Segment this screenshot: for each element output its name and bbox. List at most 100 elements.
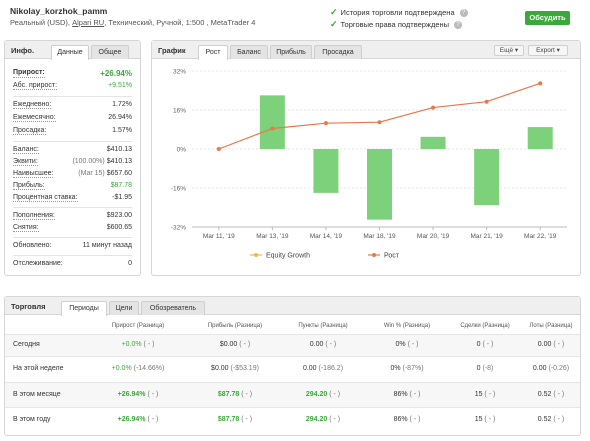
rights-verified-label: Торговые права подтверждены (340, 20, 450, 29)
tab-periods[interactable]: Периоды (61, 301, 107, 316)
equity-row: Эквити: (100.00%) $410.13 (13, 158, 132, 166)
interest-label: Процентная ставка: (13, 194, 78, 202)
highest-label: Наивысшее: (13, 170, 54, 178)
column-header: Win % (Разница) (383, 323, 431, 329)
x-tick-label: Mar 20, '19 (417, 233, 450, 240)
period-cell: 0.52 ( - ) (506, 416, 590, 423)
cell-diff: (-186.2) (316, 365, 344, 372)
highest-note: (Mar 15) (78, 170, 105, 177)
updated-label: Обновлено: (13, 242, 52, 249)
check-icon: ✓ (330, 19, 338, 29)
period-cell: 0.00 (-186.2) (278, 365, 368, 372)
cell-value: 86% (393, 415, 408, 423)
growth-point (216, 147, 221, 151)
row-divider (5, 407, 580, 408)
cell-diff: ( - ) (407, 415, 421, 423)
cell-value: 0.00 (532, 365, 547, 372)
drawdown-row: Просадка: 1.57% (13, 127, 132, 135)
cell-value: 0.52 (537, 415, 552, 423)
cell-value: +26.94% (117, 390, 146, 398)
divider (13, 141, 132, 142)
abs-gain-value: +9.51% (108, 82, 132, 89)
cell-value: +0.0% (111, 365, 132, 372)
cell-value: 0.00 (537, 341, 552, 348)
column-header: Пункты (Разница) (298, 323, 348, 329)
cell-diff: ( - ) (405, 341, 419, 348)
growth-bar (259, 95, 285, 149)
tab-browser[interactable]: Обозреватель (141, 301, 205, 315)
period-label: Сегодня (13, 341, 40, 348)
rights-verified: ✓ Торговые права подтверждены ? (330, 19, 463, 30)
abs-gain-row: Абс. прирост: +9.51% (13, 82, 132, 90)
divider (13, 237, 132, 238)
info-panel: Инфо. Данные Общее Прирост: +26.94% Абс.… (4, 40, 141, 276)
cell-diff: ( - ) (482, 415, 496, 423)
cell-value: $87.78 (217, 415, 240, 423)
cell-value: 294.20 (305, 390, 328, 398)
cell-diff: ( - ) (327, 390, 341, 398)
growth-bar (474, 149, 500, 206)
deposits-value: $923.00 (106, 212, 132, 219)
period-cell: 0% ( - ) (362, 341, 452, 348)
cell-value: 0% (395, 341, 406, 348)
divider (13, 255, 132, 256)
period-cell: +26.94% ( - ) (93, 416, 183, 423)
gain-label: Прирост: (13, 69, 45, 78)
highest-value: $657.60 (106, 170, 132, 177)
check-icon: ✓ (330, 7, 338, 17)
profit-row: Прибыль: $87.78 (13, 182, 132, 190)
cell-diff: (-8) (480, 365, 494, 372)
tracking-row: Отслеживание: 0 (13, 260, 132, 267)
x-tick-label: Mar 22, '19 (524, 233, 557, 240)
equity-note: (100.00%) (72, 158, 105, 165)
period-cell: $0.00 (-$53.19) (190, 365, 280, 372)
cell-diff: (-0.26) (546, 365, 570, 372)
y-tick-label: 16% (173, 108, 186, 115)
daily-value: 1.72% (112, 101, 132, 108)
trading-panel: Торговля Периоды Цели Обозреватель Приро… (4, 296, 581, 436)
daily-label: Ежедневно: (13, 101, 52, 109)
period-label: На этой неделе (13, 365, 64, 372)
x-tick-label: Mar 14, '19 (310, 233, 343, 240)
tab-goals[interactable]: Цели (109, 301, 139, 315)
interest-value: -$1.95 (112, 194, 132, 201)
broker-link[interactable]: Alpari RU (72, 18, 104, 27)
deposits-row: Пополнения: $923.00 (13, 212, 132, 220)
period-cell: $0.00 ( - ) (190, 341, 280, 348)
cell-diff: ( - ) (480, 341, 494, 348)
cell-diff: ( - ) (237, 341, 251, 348)
cell-diff: (-14.66%) (131, 365, 165, 372)
column-header: Прирост (Разница) (111, 323, 165, 329)
account-name[interactable]: Nikolay_korzhok_pamm (10, 6, 107, 16)
column-header: Прибыль (Разница) (207, 323, 263, 329)
cell-value: +26.94% (117, 415, 146, 423)
growth-bar (367, 149, 392, 220)
growth-point (270, 126, 275, 131)
deposits-label: Пополнения: (13, 212, 55, 220)
discuss-button[interactable]: Обсудить (525, 11, 570, 25)
cell-value: 0.00 (309, 341, 324, 348)
period-cell: 0.00 (-0.26) (506, 365, 590, 372)
period-cell: +0.0% (-14.66%) (93, 365, 183, 372)
help-icon[interactable]: ? (454, 20, 463, 29)
cell-value: 0.00 (302, 365, 317, 372)
period-cell: +0.0% ( - ) (93, 341, 183, 348)
account-details: , Технический, Ручной, 1:500 , MetaTrade… (104, 18, 256, 27)
growth-point (538, 81, 543, 86)
updated-row: Обновлено: 11 минут назад (13, 242, 132, 249)
abs-gain-label: Абс. прирост: (13, 82, 58, 90)
tab-general[interactable]: Общее (91, 45, 129, 59)
row-divider (5, 356, 580, 357)
cell-diff: ( - ) (141, 341, 155, 348)
growth-point (431, 105, 436, 110)
monthly-label: Ежемесячно: (13, 114, 56, 122)
highest-row: Наивысшее: (Mar 15) $657.60 (13, 170, 132, 178)
tab-data[interactable]: Данные (51, 45, 89, 60)
gain-row: Прирост: +26.94% (13, 69, 132, 78)
help-icon[interactable]: ? (459, 8, 468, 17)
withdrawals-label: Снятия: (13, 224, 39, 232)
legend-growth-label: Рост (384, 253, 400, 260)
cell-value: $87.78 (217, 390, 240, 398)
period-cell: 294.20 ( - ) (278, 416, 368, 423)
growth-bar (420, 136, 446, 149)
